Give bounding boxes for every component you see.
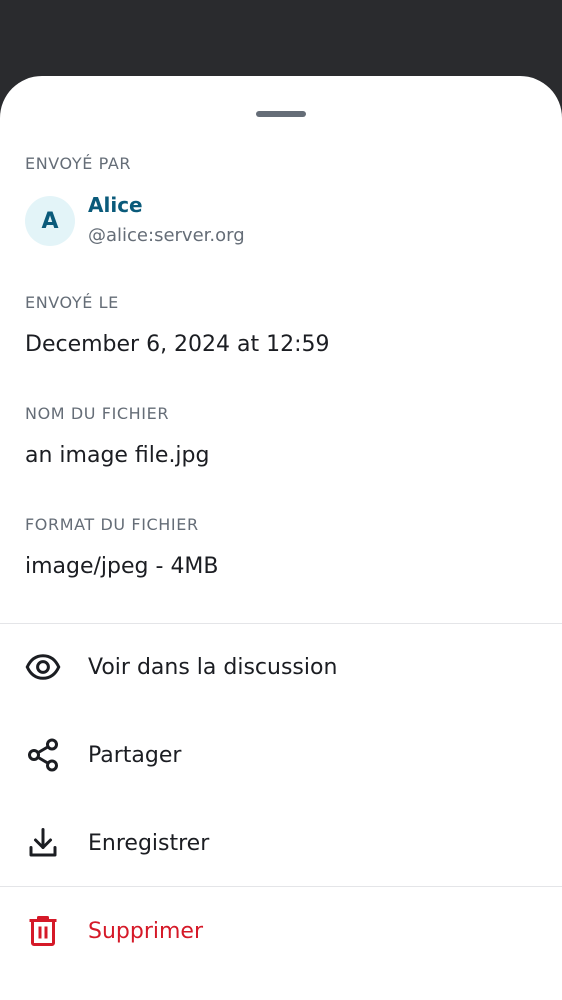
save-label: Enregistrer xyxy=(88,830,210,856)
file-format-label: FORMAT DU FICHIER xyxy=(25,515,199,534)
share-button[interactable]: Partager xyxy=(0,715,562,795)
sender-user-id: @alice:server.org xyxy=(88,225,245,246)
view-in-timeline-label: Voir dans la discussion xyxy=(88,654,338,680)
divider xyxy=(0,623,562,624)
save-button[interactable]: Enregistrer xyxy=(0,803,562,883)
share-label: Partager xyxy=(88,742,182,768)
divider xyxy=(0,886,562,887)
drag-handle[interactable] xyxy=(256,111,306,117)
media-details-bottom-sheet: ENVOYÉ PAR A Alice @alice:server.org ENV… xyxy=(0,76,562,1000)
sent-by-label: ENVOYÉ PAR xyxy=(25,154,132,173)
sent-on-label: ENVOYÉ LE xyxy=(25,293,119,312)
delete-button[interactable]: Supprimer xyxy=(0,891,562,971)
share-icon xyxy=(25,737,61,773)
download-icon xyxy=(25,825,61,861)
sent-on-value: December 6, 2024 at 12:59 xyxy=(25,332,330,357)
sender-name: Alice xyxy=(88,193,143,217)
avatar: A xyxy=(25,196,75,246)
trash-icon xyxy=(25,913,61,949)
view-in-timeline-button[interactable]: Voir dans la discussion xyxy=(0,627,562,707)
delete-label: Supprimer xyxy=(88,918,204,944)
file-name-value: an image file.jpg xyxy=(25,443,210,468)
file-name-label: NOM DU FICHIER xyxy=(25,404,170,423)
eye-icon xyxy=(25,649,61,685)
file-format-value: image/jpeg - 4MB xyxy=(25,554,219,579)
avatar-letter: A xyxy=(41,208,59,234)
